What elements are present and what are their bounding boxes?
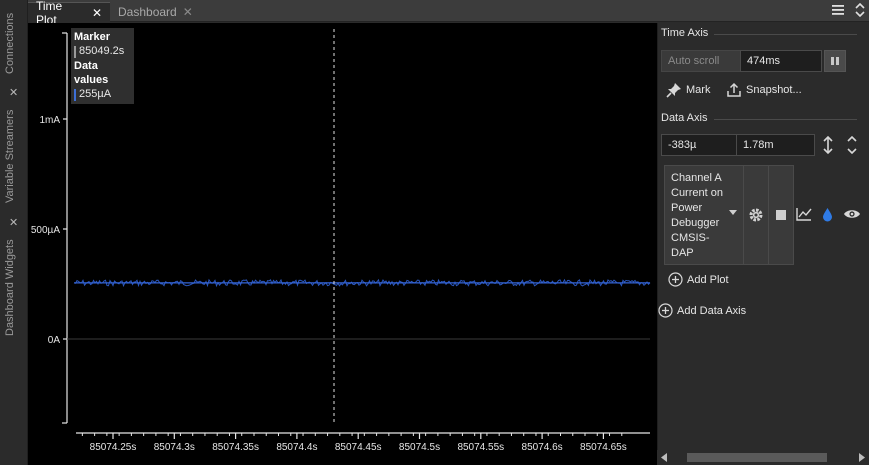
visibility-toggle[interactable] [842, 205, 862, 223]
dock-tab-connections[interactable]: Connections [4, 4, 24, 74]
plus-circle-icon [658, 303, 673, 318]
stop-square-icon [776, 210, 786, 220]
x-tick-label: 85074.4s [276, 442, 317, 453]
auto-scroll-button[interactable]: Auto scroll [661, 50, 741, 72]
time-window-field[interactable]: 474ms [740, 50, 822, 72]
data-axis-title: Data Axis [661, 112, 708, 124]
pause-icon [831, 57, 839, 65]
marker-color-swatch [74, 45, 76, 58]
pin-icon [666, 83, 681, 98]
expand-collapse-icon[interactable] [855, 3, 865, 17]
axis-order-stepper[interactable] [844, 134, 860, 156]
mark-button[interactable]: Mark [666, 82, 710, 98]
add-plot-label: Add Plot [687, 273, 729, 286]
upload-icon [727, 82, 741, 97]
fit-axis-button[interactable] [819, 134, 837, 156]
x-tick-label: 85074.5s [399, 442, 440, 453]
channel-label: Channel A Current on Power Debugger CMSI… [671, 172, 723, 259]
eye-icon [844, 210, 860, 218]
add-data-axis-label: Add Data Axis [677, 304, 747, 317]
scroll-right-icon[interactable] [859, 453, 865, 462]
mark-label: Mark [686, 84, 711, 96]
data-value: 255µA [79, 88, 112, 100]
x-tick-label: 85074.3s [154, 442, 195, 453]
tab-dashboard[interactable]: Dashboard ✕ [110, 2, 194, 22]
y-tick-label: 500µA [31, 225, 60, 236]
left-dock: Connections ✕ Variable Streamers ✕ Dashb… [0, 0, 28, 465]
data-axis-min-field[interactable]: -383µ [661, 134, 737, 156]
data-axis-max-field[interactable]: 1.78m [736, 134, 815, 156]
pause-button[interactable] [824, 50, 846, 72]
tab-dashboard-label: Dashboard [118, 5, 177, 19]
channel-settings-button[interactable] [743, 165, 769, 265]
chevron-down-icon [729, 210, 737, 215]
divider [714, 119, 857, 120]
hamburger-menu-icon[interactable] [831, 3, 845, 17]
chevron-down-icon[interactable] [847, 148, 857, 154]
marker-title: Marker [74, 31, 111, 43]
gear-icon [749, 208, 763, 222]
right-panel: Time Axis Auto scroll 474ms Mark Snapsho… [657, 23, 869, 465]
snapshot-label: Snapshot... [746, 84, 802, 96]
close-icon[interactable]: ✕ [9, 86, 18, 99]
x-tick-label: 85074.55s [457, 442, 504, 453]
channel-select[interactable]: Channel A Current on Power Debugger CMSI… [664, 165, 746, 265]
x-tick-label: 85074.65s [580, 442, 627, 453]
dock-tab-dashboard-widgets[interactable]: Dashboard Widgets [4, 232, 24, 336]
vertical-arrows-icon [823, 135, 833, 155]
x-tick-label: 85074.6s [522, 442, 563, 453]
tab-bar: Time Plot ✕ Dashboard ✕ [0, 0, 869, 27]
series-color-swatch [74, 88, 76, 101]
y-tick-label: 1mA [39, 115, 60, 126]
marker-value: 85049.2s [79, 45, 125, 57]
add-data-axis-button[interactable]: Add Data Axis [658, 303, 746, 318]
line-chart-icon [796, 208, 812, 221]
droplet-icon [822, 207, 832, 221]
data-values-title: Data values [74, 60, 109, 86]
time-plot-area[interactable]: 1mA 500µA 0A 85074.25s 85074.3s 85074.35s 8507… [28, 23, 657, 465]
time-axis-title: Time Axis [661, 27, 709, 39]
scrollbar-thumb[interactable] [687, 453, 827, 462]
tab-time-plot[interactable]: Time Plot ✕ [28, 0, 110, 27]
divider [714, 34, 857, 35]
marker-info-box: Marker 85049.2s Data values 255µA [71, 28, 134, 104]
dock-tab-variable-streamers[interactable]: Variable Streamers [4, 103, 24, 203]
x-tick-label: 85074.35s [212, 442, 259, 453]
close-icon[interactable]: ✕ [183, 5, 193, 19]
plot-style-button[interactable] [795, 205, 813, 223]
scroll-left-icon[interactable] [661, 453, 667, 462]
x-tick-label: 85074.45s [335, 442, 382, 453]
close-icon[interactable]: ✕ [92, 6, 102, 20]
x-tick-label: 85074.25s [90, 442, 137, 453]
horizontal-scrollbar[interactable] [657, 450, 869, 465]
chevron-up-icon[interactable] [847, 136, 857, 142]
channel-color-button[interactable] [768, 165, 794, 265]
add-plot-button[interactable]: Add Plot [668, 272, 729, 287]
snapshot-button[interactable]: Snapshot... [726, 82, 802, 98]
close-icon[interactable]: ✕ [9, 216, 18, 229]
plus-circle-icon [668, 272, 683, 287]
y-tick-label: 0A [48, 335, 61, 346]
series-color-button[interactable] [820, 205, 834, 223]
